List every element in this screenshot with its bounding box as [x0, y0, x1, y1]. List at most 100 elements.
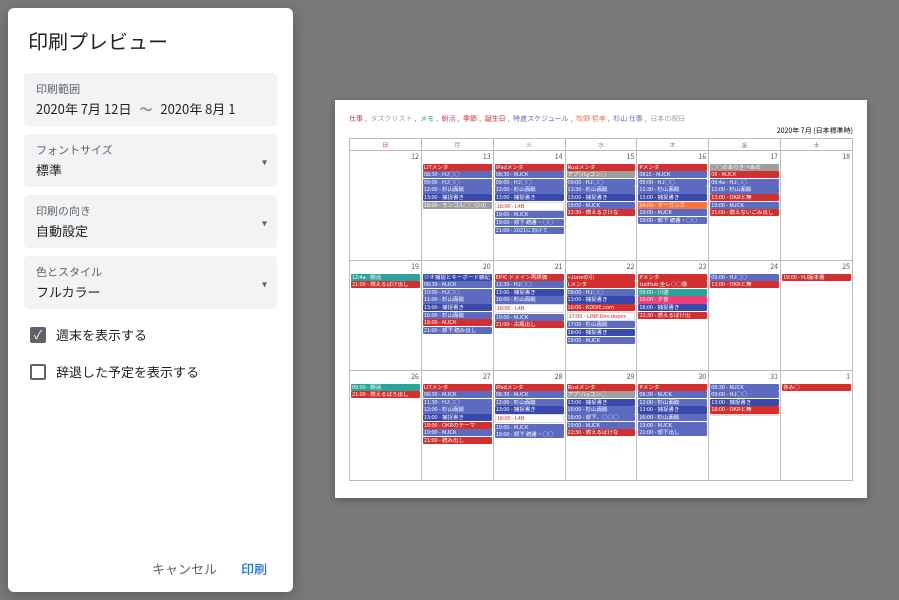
- calendar-event: 12:00 - 杉山面談: [495, 399, 564, 406]
- calendar-event: 13:00 - 捕捉書き: [567, 399, 636, 406]
- day-number: 22: [566, 261, 637, 273]
- checkbox-unchecked-icon: [30, 364, 46, 380]
- dow-header: 木: [637, 139, 709, 151]
- calendar-event: 19:00 - MJCK: [567, 202, 636, 209]
- calendar-cell: 17○○のありき→あの08 - MJCK08:4a - HJ○○12:00 - …: [709, 151, 781, 261]
- calendar-event: IzziHub 全レ○○像: [638, 281, 707, 288]
- range-separator: 〜: [139, 99, 152, 118]
- calendar-event: 12:00 - 杉山面談: [423, 186, 492, 193]
- calendar-legend: 仕事, タスクリスト, メモ, 朝活, 季節, 誕生日, 特進スケジュール, 牧…: [349, 114, 853, 124]
- calendar-event: ジオ捕捉とキーボード雑記: [423, 274, 492, 281]
- day-number: 21: [494, 261, 565, 273]
- calendar-event: 18:00 - L4B: [495, 414, 564, 423]
- color-style-dropdown[interactable]: 色とスタイル フルカラー ▾: [24, 256, 277, 309]
- calendar-cell: 16Pメンタ0815 - MJCK09:00 - HJ○○11:30 - 杉山面…: [637, 151, 709, 261]
- chevron-down-icon: ▾: [262, 153, 267, 168]
- calendar-cell: 21EPIC ドメイン再評価11:30 - HJ○○13:00 - 捕捉書き16…: [493, 261, 565, 371]
- calendar-event: 08:30 - MJCK: [423, 391, 492, 398]
- show-weekend-checkbox[interactable]: ✓ 週末を表示する: [8, 319, 293, 350]
- calendar-event: 22:30 - 燃えるさけな: [567, 209, 636, 216]
- orientation-dropdown[interactable]: 印刷の向き 自動設定 ▾: [24, 195, 277, 248]
- calendar-cell: 12: [350, 151, 422, 261]
- calendar-cell: 2519:00 - HJ版本書: [781, 261, 853, 371]
- calendar-event: 16:00 - 杉山面談: [495, 296, 564, 303]
- calendar-event: 13:00 - 捕捉書き: [638, 406, 707, 413]
- calendar-event: 22:30 - 燃えるばけな: [567, 429, 636, 436]
- day-number: 16: [637, 151, 708, 163]
- show-weekend-label: 週末を表示する: [56, 325, 147, 344]
- calendar-cell: 30Pメンタ08:30 - MJCK12:00 - 杉山面談13:00 - 捕捉…: [637, 371, 709, 481]
- calendar-event: 21:00 - 2021に向けて: [495, 227, 564, 234]
- calendar-event: 21:00 - 部下出し: [638, 429, 707, 436]
- calendar-event: 19:00 - MJCK: [638, 209, 707, 216]
- calendar-event: 09:00 - HJ○○: [710, 274, 779, 281]
- calendar-event: 19:00 - MJCK: [710, 202, 779, 209]
- calendar-event: 19:00 - MJCK: [423, 429, 492, 436]
- calendar-event: 11:30 - 杉山面談: [638, 186, 707, 193]
- calendar-event: 17:00 - 杉山面談: [567, 321, 636, 328]
- chevron-down-icon: ▾: [262, 275, 267, 290]
- legend-item: 仕事: [349, 114, 363, 124]
- calendar-event: 08:30 - MJCK: [495, 171, 564, 178]
- print-range-dropdown[interactable]: 印刷範囲 2020年 7月 12日 〜 2020年 8月 1: [24, 73, 277, 126]
- calendar-event: 09:00 - HJ○○: [495, 179, 564, 186]
- orient-label: 印刷の向き: [36, 203, 265, 219]
- range-label: 印刷範囲: [36, 81, 265, 97]
- day-number: 23: [637, 261, 708, 273]
- font-label: フォントサイズ: [36, 142, 265, 158]
- calendar-event: 18:00 - OKRと無: [710, 406, 779, 413]
- calendar-event: 16:00 - KDDIE.com: [567, 304, 636, 311]
- legend-item: 誕生日: [485, 114, 506, 124]
- calendar-event: 18:00 - 捕捉書き: [567, 329, 636, 336]
- day-number: 26: [350, 371, 421, 383]
- calendar-cell: 20ジオ捕捉とキーボード雑記08:30 - MJCK10:00 - HJ○○11…: [421, 261, 493, 371]
- day-number: 29: [566, 371, 637, 383]
- calendar-event: 08:4a - HJ○○: [710, 179, 779, 186]
- calendar-event: 14:00 - オーガシズ: [638, 202, 707, 209]
- dialog-title: 印刷プレビュー: [8, 8, 293, 69]
- calendar-event: 09:00 - HJ○○: [423, 179, 492, 186]
- calendar-event: 21:00 - 読み出し: [423, 437, 492, 444]
- calendar-event: 19:00 - MJCK: [567, 337, 636, 344]
- calendar-event: 19:00 - MJCK: [495, 314, 564, 321]
- calendar-event: 18:00 - L4B: [495, 202, 564, 211]
- calendar-cell: 14iPadメンタ08:30 - MJCK09:00 - HJ○○12:00 -…: [493, 151, 565, 261]
- calendar-cell: 18: [781, 151, 853, 261]
- calendar-event: 21:00 - 燃えるばろ出し: [351, 391, 420, 398]
- day-number: 28: [494, 371, 565, 383]
- legend-item: 日本の祝日: [650, 114, 685, 124]
- day-number: 30: [637, 371, 708, 383]
- dow-header: 土: [781, 139, 853, 151]
- show-declined-checkbox[interactable]: 辞退した予定を表示する: [8, 356, 293, 387]
- cancel-button[interactable]: キャンセル: [152, 559, 217, 578]
- calendar-cell: 15RustメンタアプリLyコン○09:00 - HJ○○11:30 - 杉山面…: [565, 151, 637, 261]
- calendar-event: 19:00 - MJCK: [567, 422, 636, 429]
- calendar-event: 19:00 - MJCK: [638, 422, 707, 429]
- dow-header: 金: [709, 139, 781, 151]
- print-button[interactable]: 印刷: [241, 559, 267, 578]
- calendar-event: 09:00 - HJ○○: [567, 289, 636, 296]
- calendar-event: 18:00 - モンゴル○○(2 0): [423, 202, 492, 209]
- calendar-event: アプリLyコン○: [567, 171, 636, 178]
- style-label: 色とスタイル: [36, 264, 265, 280]
- calendar-event: 13:00 - 捕捉書き: [567, 296, 636, 303]
- calendar-event: 13:00 - 捕捉書き: [495, 406, 564, 413]
- calendar-event: Pメンタ: [638, 274, 707, 281]
- show-declined-label: 辞退した予定を表示する: [56, 362, 199, 381]
- calendar-event: 13:00 - 捕捉書き: [495, 289, 564, 296]
- calendar-event: 09:00 - 朝活: [351, 384, 420, 391]
- checkbox-checked-icon: ✓: [30, 327, 46, 343]
- chevron-down-icon: ▾: [262, 214, 267, 229]
- calendar-event: 11:00 - 杉山面談: [423, 296, 492, 303]
- calendar-event: Lメンタ: [567, 281, 636, 288]
- font-size-dropdown[interactable]: フォントサイズ 標準 ▾: [24, 134, 277, 187]
- calendar-cell: 2409:00 - HJ○○13:00 - OKRと無: [709, 261, 781, 371]
- calendar-event: 0815 - MJCK: [638, 171, 707, 178]
- day-number: 13: [422, 151, 493, 163]
- calendar-event: 16:00 - 杉山面談: [423, 312, 492, 319]
- calendar-event: 13:00 - OKRと無: [710, 194, 779, 201]
- calendar-event: 08:30 - MJCK: [423, 281, 492, 288]
- legend-item: 牧野 哲孝: [576, 114, 606, 124]
- calendar-event: 13:00 - OKRと無: [710, 281, 779, 288]
- calendar-event: 09:00 - HJ○○: [638, 179, 707, 186]
